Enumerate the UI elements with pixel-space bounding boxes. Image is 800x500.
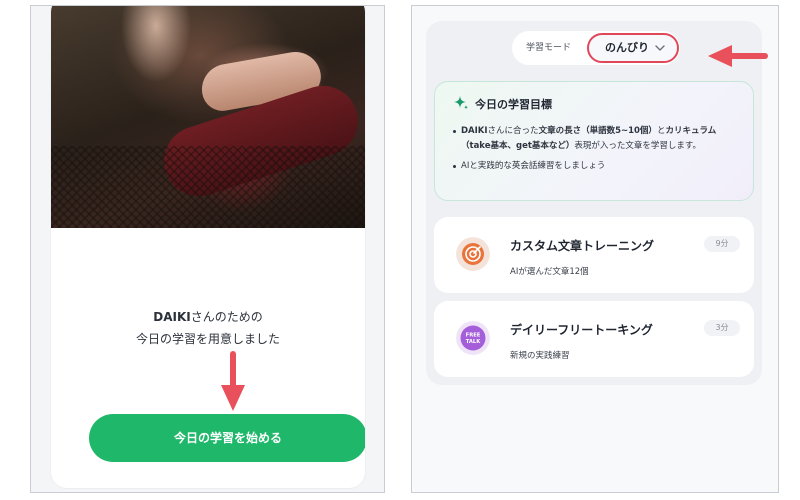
greeting-line-2: 今日の学習を用意しました — [135, 332, 280, 346]
lesson-title: カスタム文章トレーニング — [510, 239, 655, 253]
hero-photo — [51, 6, 365, 228]
start-today-learning-button[interactable]: 今日の学習を始める — [89, 414, 365, 462]
goal-item-text: 表現が入った文章を学習します。 — [574, 141, 702, 151]
right-screenshot-panel: 学習モード のんびり 今日の学習目標 DAIKIさんに合った文章の長さ（単語数5… — [411, 5, 779, 493]
lesson-card-daily-free-talking[interactable]: FREE TALK デイリーフリートーキング 新規の実践練習 3分 — [434, 301, 754, 377]
left-screenshot-panel: DAIKIさんのための 今日の学習を用意しました 今日の学習を始める — [30, 5, 385, 493]
learning-mode-bar: 学習モード のんびり — [512, 31, 680, 65]
welcome-card: DAIKIさんのための 今日の学習を用意しました 今日の学習を始める — [51, 6, 365, 488]
free-talk-icon-text-bottom: TALK — [466, 339, 481, 345]
learning-mode-dropdown[interactable]: のんびり — [587, 33, 679, 63]
goal-list: DAIKIさんに合った文章の長さ（単語数5~10個）とカリキュラム（take基本… — [453, 124, 745, 179]
sparkle-icon — [454, 96, 468, 110]
lesson-duration-badge: 9分 — [704, 236, 740, 252]
greeting-message: DAIKIさんのための 今日の学習を用意しました — [51, 306, 365, 350]
lesson-title: デイリーフリートーキング — [510, 323, 653, 337]
greeting-line-1: DAIKIさんのための — [51, 306, 365, 328]
goal-item-text: AIと実践的な英会話練習をしましょう — [461, 161, 606, 171]
goal-item: AIと実践的な英会話練習をしましょう — [453, 159, 745, 174]
today-goal-box: 今日の学習目標 DAIKIさんに合った文章の長さ（単語数5~10個）とカリキュラ… — [434, 81, 754, 201]
down-arrow-annotation-icon — [221, 351, 245, 411]
learning-plan-card: 学習モード のんびり 今日の学習目標 DAIKIさんに合った文章の長さ（単語数5… — [426, 21, 768, 385]
lesson-duration-badge: 3分 — [704, 320, 740, 336]
free-talk-icon: FREE TALK — [456, 321, 490, 355]
lesson-subtitle: 新規の実践練習 — [510, 351, 570, 361]
free-talk-icon-text-top: FREE — [466, 333, 481, 339]
left-arrow-annotation-icon — [708, 45, 768, 67]
learning-mode-value: のんびり — [605, 41, 649, 54]
lesson-card-custom-training[interactable]: カスタム文章トレーニング AIが選んだ文章12個 9分 — [434, 217, 754, 293]
user-name: DAIKI — [153, 310, 191, 324]
goal-item-text: さんに合った — [487, 126, 539, 136]
goal-heading-text: 今日の学習目標 — [475, 98, 552, 111]
greeting-line-1-rest: さんのための — [190, 310, 263, 324]
target-icon — [456, 237, 490, 271]
lesson-subtitle: AIが選んだ文章12個 — [510, 267, 589, 277]
goal-item-sentence-length: 文章の長さ（単語数5~10個） — [538, 126, 657, 136]
goal-item: DAIKIさんに合った文章の長さ（単語数5~10個）とカリキュラム（take基本… — [453, 124, 745, 154]
goal-item-user-name: DAIKI — [461, 126, 488, 136]
learning-mode-label: 学習モード — [526, 43, 572, 53]
chevron-down-icon — [655, 45, 665, 51]
